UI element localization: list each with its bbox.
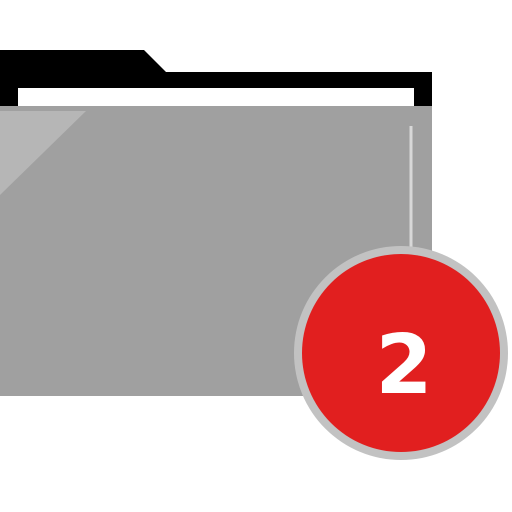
notification-badge[interactable]: 2 [294, 246, 508, 460]
badge-count: 2 [375, 318, 432, 413]
folder-notification-icon[interactable]: 2 [0, 0, 512, 512]
folder-notification-graphic: 2 [0, 50, 508, 460]
